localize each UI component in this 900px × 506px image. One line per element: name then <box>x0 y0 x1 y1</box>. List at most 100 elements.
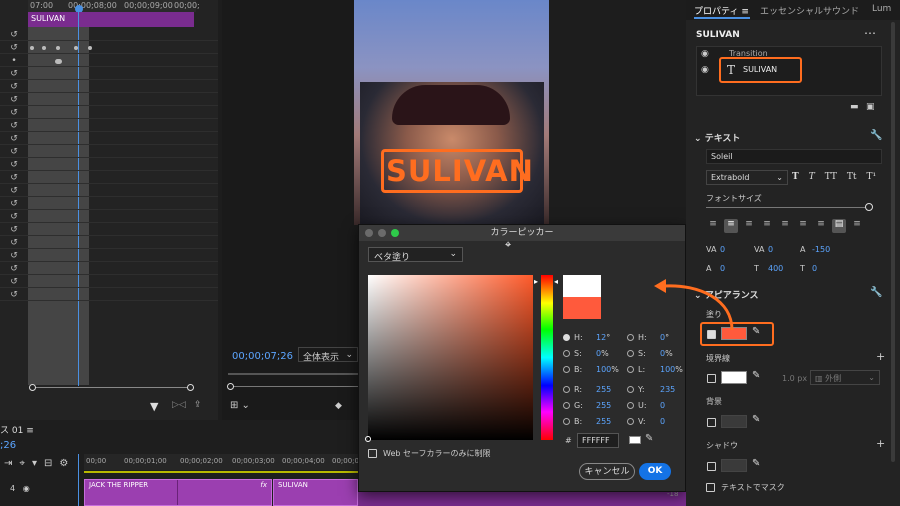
ec-zoom-slider-track[interactable] <box>32 387 194 388</box>
superscript-button[interactable]: T¹ <box>867 172 877 182</box>
middle-align-icon[interactable]: ≡ <box>850 219 864 233</box>
background-color-swatch[interactable] <box>721 415 747 428</box>
rgb-r-row[interactable]: R: 255 <box>563 381 623 397</box>
stroke-width-value[interactable]: 1.0 px <box>782 374 807 383</box>
radio-icon[interactable] <box>563 417 570 425</box>
h-value[interactable]: 12 <box>596 333 606 342</box>
r-value[interactable]: 255 <box>596 385 611 394</box>
ec-clip-bar[interactable]: SULIVAN <box>28 12 194 27</box>
add-stroke-icon[interactable]: + <box>876 350 885 363</box>
timeline-timecode[interactable]: ;26 <box>0 440 16 451</box>
play-audio-icon[interactable]: ▷◁ <box>172 400 186 410</box>
hue-arrow-right-icon[interactable]: ◂ <box>554 277 558 286</box>
wrench-icon[interactable]: 🔧 <box>870 130 882 141</box>
program-timecode[interactable]: 00;00;07;26 <box>232 351 293 362</box>
hex-input[interactable]: FFFFFF <box>577 433 619 448</box>
rgb-g-row[interactable]: G: 255 <box>563 397 623 413</box>
hue-slider[interactable] <box>541 275 553 440</box>
keyframe-marker[interactable] <box>74 46 78 50</box>
top-align-icon[interactable]: ▤ <box>832 219 846 233</box>
align-left-icon[interactable]: ≡ <box>706 219 720 233</box>
zoom-dropdown[interactable]: 全体表示 ⌄ <box>298 347 358 363</box>
keyframe-marker[interactable] <box>56 46 60 50</box>
timeline-playhead[interactable] <box>78 454 79 506</box>
eyedropper-icon[interactable]: ✎ <box>645 433 653 444</box>
clip-jack-the-ripper[interactable]: JACK THE RIPPER fx <box>84 479 272 506</box>
shadow-checkbox[interactable] <box>707 462 716 471</box>
export-icon[interactable]: ⇪ <box>194 400 202 410</box>
v-value[interactable]: 0 <box>660 417 665 426</box>
hue-arrow-left-icon[interactable]: ▸ <box>534 277 538 286</box>
keyframe-marker[interactable] <box>42 46 46 50</box>
fill-eyedropper-icon[interactable]: ✎ <box>752 326 760 337</box>
background-eyedropper-icon[interactable]: ✎ <box>752 414 760 425</box>
font-size-slider-handle[interactable] <box>865 203 873 211</box>
radio-icon[interactable] <box>627 417 634 425</box>
track-controls[interactable]: 4 ◉ <box>10 484 30 493</box>
stroke-checkbox[interactable] <box>707 374 716 383</box>
all-caps-button[interactable]: TT <box>825 172 837 182</box>
shadow-color-swatch[interactable] <box>721 459 747 472</box>
font-size-slider[interactable] <box>706 207 868 208</box>
faux-italic-button[interactable]: T <box>809 172 815 182</box>
tab-width-value[interactable]: 0 <box>812 264 817 273</box>
hsb-h-row[interactable]: H: 12 ° <box>563 329 623 345</box>
hsb-b-row[interactable]: B: 100% <box>563 361 623 377</box>
keyframe-marker[interactable] <box>55 59 62 64</box>
tab-properties[interactable]: プロパティ ≡ <box>694 4 749 17</box>
leading-value[interactable]: -150 <box>812 245 830 254</box>
ec-zoom-handle-left[interactable] <box>29 384 36 391</box>
text-section-header[interactable]: ⌄ テキスト <box>694 131 740 144</box>
saturation-brightness-field[interactable] <box>368 275 533 440</box>
y-value[interactable]: 235 <box>660 385 675 394</box>
radio-icon[interactable] <box>627 401 634 409</box>
tab-essential-sound[interactable]: エッセンシャルサウンド <box>760 4 859 17</box>
fill-type-dropdown[interactable]: ベタ塗り ⌄ <box>368 247 463 263</box>
justify-center-icon[interactable]: ≡ <box>778 219 792 233</box>
background-checkbox[interactable] <box>707 418 716 427</box>
wrench-icon[interactable]: 🔧 <box>870 287 882 298</box>
dialog-title-bar[interactable]: カラーピッカー <box>359 225 685 241</box>
hsl-l-row[interactable]: L: 100% <box>627 361 687 377</box>
radio-icon[interactable] <box>627 349 634 357</box>
hsl-s-row[interactable]: S: 0% <box>627 345 687 361</box>
font-weight-dropdown[interactable]: Extrabold ⌄ <box>706 170 788 185</box>
program-zoom-handle[interactable] <box>227 383 234 390</box>
color-field-cursor[interactable] <box>365 436 371 442</box>
properties-scrollbar[interactable] <box>891 22 895 462</box>
radio-icon[interactable] <box>627 333 634 341</box>
radio-icon[interactable] <box>563 385 570 393</box>
radio-icon[interactable] <box>627 385 634 393</box>
close-window-icon[interactable] <box>365 229 373 237</box>
ec-time-ruler[interactable]: 07:00 00;00;08;00 00;00;09;00 00;00; <box>28 0 200 12</box>
safe-margins-icon[interactable]: ⊞ ⌄ <box>230 400 250 411</box>
font-family-field[interactable]: Soleil <box>706 149 882 164</box>
web-safe-checkbox[interactable] <box>368 449 377 458</box>
small-caps-button[interactable]: Tt <box>847 172 857 182</box>
kerning-value[interactable]: 0 <box>720 245 754 254</box>
overlay-title-text[interactable]: SULIVAN <box>386 152 533 190</box>
stroke-color-swatch[interactable] <box>721 371 747 384</box>
zoom-window-icon[interactable] <box>391 229 399 237</box>
radio-icon[interactable] <box>563 401 570 409</box>
radio-icon[interactable] <box>563 333 570 341</box>
tracking-value[interactable]: 0 <box>768 245 800 254</box>
original-color-swatch[interactable] <box>563 297 601 319</box>
timeline-ruler[interactable]: 00;00 00;00;01;00 00;00;02;00 00;00;03;0… <box>84 454 375 470</box>
align-center-icon[interactable]: ≡ <box>724 219 738 233</box>
eye-icon[interactable]: ◉ <box>701 65 709 75</box>
sequence-tab[interactable]: ス 01 ≡ <box>0 423 34 436</box>
u-value[interactable]: 0 <box>660 401 665 410</box>
keyframe-marker[interactable] <box>88 46 92 50</box>
ec-zoom-handle-right[interactable] <box>187 384 194 391</box>
menu-icon[interactable]: ≡ <box>26 426 34 436</box>
radio-icon[interactable] <box>563 349 570 357</box>
program-zoom-track[interactable] <box>228 386 358 387</box>
text-layer-highlight[interactable]: T SULIVAN <box>719 57 802 83</box>
rgb-b-row[interactable]: B: 255 <box>563 413 623 429</box>
timeline-tools[interactable]: ⇥⌖▾⊟⚙ <box>4 458 75 469</box>
stroke-position-dropdown[interactable]: ▥ 外側 ⌄ <box>810 370 880 385</box>
eye-icon[interactable]: ◉ <box>701 49 709 59</box>
clip-sulivan[interactable]: SULIVAN <box>273 479 358 506</box>
mask-with-text-option[interactable]: テキストでマスク <box>706 482 785 493</box>
